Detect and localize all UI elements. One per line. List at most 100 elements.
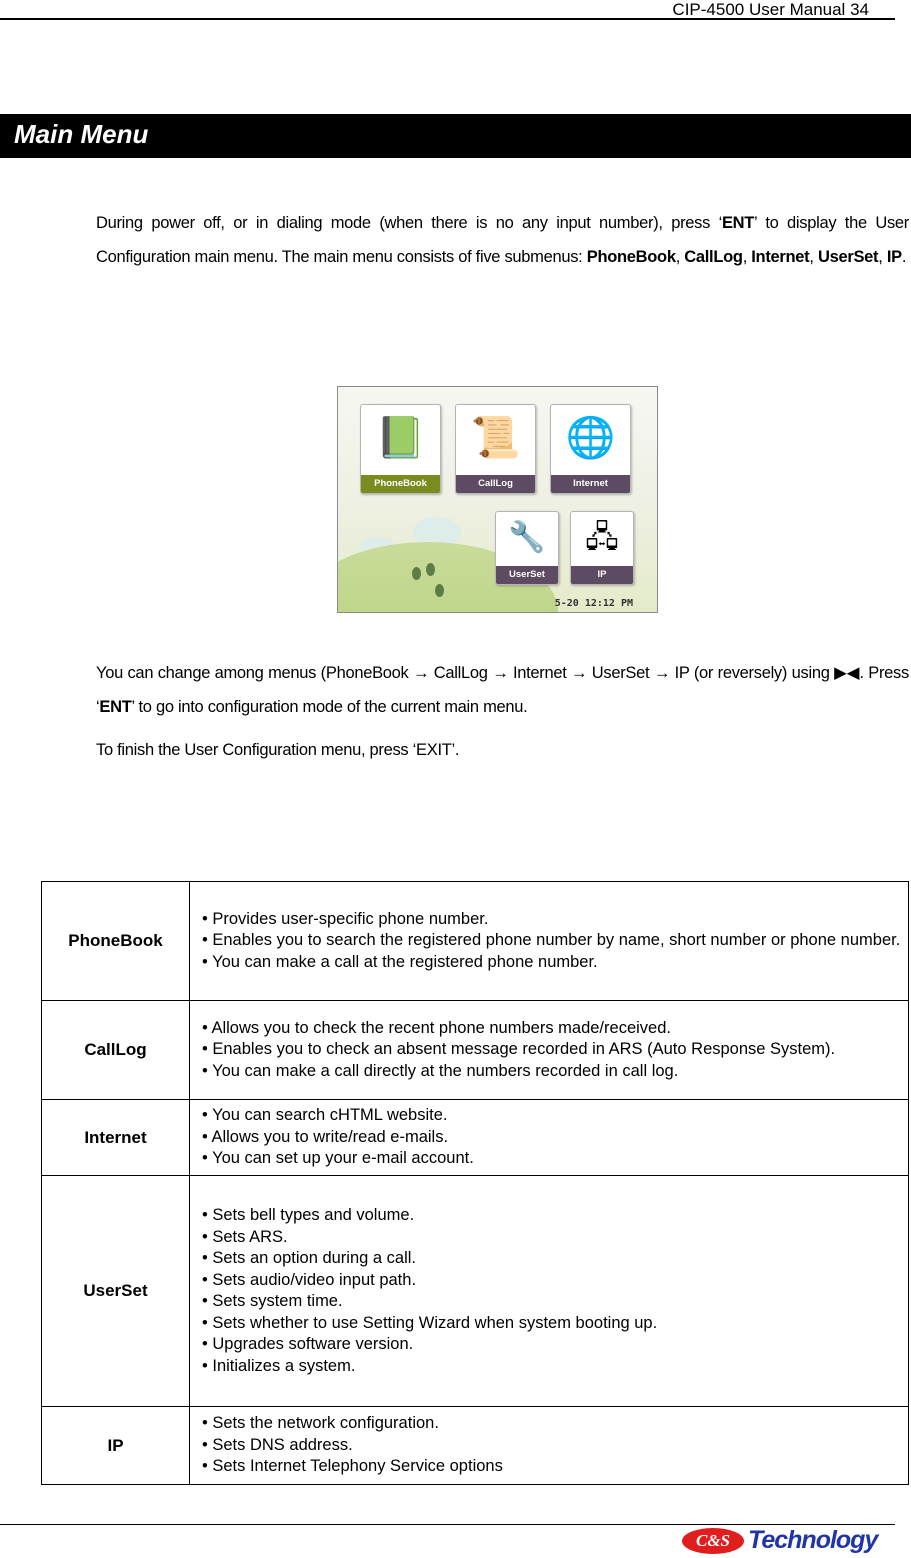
bullet-icon: • (202, 1292, 208, 1310)
section-bar: Main Menu (0, 114, 911, 158)
feature-text: Sets Internet Telephony Service options (212, 1457, 503, 1476)
table-row: UserSet • Sets bell types and volume. • Se… (41, 1175, 909, 1407)
tile-phonebook: 📗 PhoneBook (360, 404, 441, 494)
feature-item: • Sets whether to use Setting Wizard whe… (202, 1313, 908, 1335)
bullet-icon: • (202, 1040, 208, 1059)
nav-text-1: You can change among menus (PhoneBook (96, 664, 414, 682)
nav-userset: UserSet (591, 664, 650, 682)
bullet-icon: • (202, 1127, 208, 1146)
tile-internet: 🌐 Internet (550, 404, 631, 494)
feature-text: Sets an option during a call. (212, 1249, 417, 1267)
bullet-icon: • (202, 1149, 208, 1168)
tree-decoration (412, 567, 421, 580)
feature-item: • Sets bell types and volume. (202, 1205, 908, 1227)
bullet-icon: • (202, 1270, 208, 1289)
feature-text: Sets DNS address. (212, 1435, 353, 1454)
bullet-icon: • (202, 1206, 208, 1224)
wrench-icon: 🔧 (508, 521, 546, 554)
feature-item: • Sets an option during a call. (202, 1248, 908, 1270)
exit-note: To finish the User Configuration menu, p… (96, 741, 460, 759)
separator: , (809, 248, 818, 266)
table-row: CallLog • Allows you to check the recent … (41, 1000, 909, 1100)
submenu-phonebook: PhoneBook (586, 248, 676, 266)
submenu-name: IP (41, 1406, 190, 1485)
table-row: IP • Sets the network configuration. • Set… (41, 1406, 909, 1485)
logo-text: Technology (748, 1526, 878, 1554)
feature-item: • You can make a call at the registered … (202, 952, 908, 974)
bullet-icon: • (202, 1061, 208, 1080)
submenu-name: Internet (41, 1099, 190, 1176)
manual-title: CIP-4500 User Manual (672, 0, 846, 19)
page-number: 34 (850, 0, 869, 19)
bullet-icon: • (202, 1227, 208, 1246)
company-logo: C&S Technology (682, 1526, 897, 1558)
bullet-icon: • (202, 1106, 208, 1125)
bullet-icon: • (202, 1335, 208, 1353)
table-row: PhoneBook • Provides user-specific phone … (41, 881, 909, 1001)
tile-label: PhoneBook (361, 475, 440, 493)
bullet-icon: • (202, 1249, 208, 1267)
submenu-description: • Sets bell types and volume. • Sets ARS.… (189, 1175, 909, 1407)
feature-text: You can search cHTML website. (212, 1106, 448, 1125)
feature-item: • Allows you to check the recent phone n… (202, 1018, 908, 1040)
tile-label: CallLog (456, 475, 535, 493)
globe-icon: 🌐 (565, 416, 616, 460)
feature-item: • Enables you to search the registered p… (202, 930, 908, 952)
bullet-icon: • (202, 952, 208, 971)
table-row: Internet • You can search cHTML website. •… (41, 1099, 909, 1176)
nav-text-3: ’ to go into configuration mode of the c… (131, 698, 528, 716)
feature-text: You can make a call directly at the numb… (212, 1061, 679, 1080)
feature-item: • Enables you to check an absent message… (202, 1039, 908, 1061)
tile-label: IP (571, 566, 633, 584)
feature-item: • Sets the network configuration. (202, 1413, 908, 1435)
feature-text: Enables you to check an absent message r… (212, 1040, 836, 1059)
submenu-description: • You can search cHTML website. • Allows … (189, 1099, 909, 1176)
feature-text: Enables you to search the registered pho… (212, 931, 901, 950)
notebook-icon: 📗 (375, 416, 426, 460)
feature-text: You can set up your e-mail account. (212, 1149, 474, 1168)
nav-keys-icon: ▶◀ (834, 664, 860, 682)
bullet-icon: • (202, 1414, 208, 1433)
submenu-ip: IP (886, 248, 902, 266)
submenu-internet: Internet (751, 248, 810, 266)
submenu-description: • Allows you to check the recent phone n… (189, 1000, 909, 1100)
submenu-table: PhoneBook • Provides user-specific phone … (41, 881, 909, 1485)
header-rule (0, 18, 895, 20)
page-header: CIP-4500 User Manual 34 (672, 0, 869, 20)
feature-item: • Allows you to write/read e-mails. (202, 1127, 908, 1149)
feature-item: • You can search cHTML website. (202, 1105, 908, 1127)
tile-label: Internet (551, 475, 630, 493)
arrow-right-icon: → (571, 664, 588, 682)
nav-text-ip: IP (or reversely) using (670, 664, 835, 682)
bullet-icon: • (202, 931, 208, 950)
tree-decoration (435, 584, 444, 597)
feature-text: Sets the network configuration. (212, 1414, 439, 1433)
feature-item: • Sets ARS. (202, 1227, 908, 1249)
feature-item: • Provides user-specific phone number. (202, 909, 908, 931)
scroll-icon: 📜 (470, 416, 521, 460)
feature-item: • Sets audio/video input path. (202, 1270, 908, 1292)
clock-readout: 5-20 12:12 PM (554, 598, 633, 609)
submenu-userset: UserSet (817, 248, 879, 266)
bullet-icon: • (202, 1313, 208, 1332)
feature-item: • You can make a call directly at the nu… (202, 1061, 908, 1083)
feature-text: Allows you to write/read e-mails. (211, 1127, 449, 1146)
bullet-icon: • (202, 1457, 208, 1476)
submenu-calllog: CallLog (684, 248, 743, 266)
nav-calllog: CallLog (433, 664, 488, 682)
feature-text: Sets audio/video input path. (212, 1270, 417, 1289)
logo-badge: C&S (682, 1528, 744, 1554)
tile-calllog: 📜 CallLog (455, 404, 536, 494)
bullet-icon: • (202, 1018, 208, 1037)
feature-item: • Sets system time. (202, 1291, 908, 1313)
bullet-icon: • (202, 909, 208, 928)
feature-text: Sets bell types and volume. (212, 1206, 415, 1224)
submenu-name: CallLog (41, 1000, 190, 1100)
feature-text: You can make a call at the registered ph… (212, 952, 598, 971)
footer-rule (0, 1524, 895, 1525)
ent-key: ENT (99, 698, 132, 716)
separator: , (742, 248, 752, 266)
feature-text: Provides user-specific phone number. (212, 909, 489, 928)
arrow-right-icon: → (653, 664, 671, 682)
bullet-icon: • (202, 1435, 208, 1454)
